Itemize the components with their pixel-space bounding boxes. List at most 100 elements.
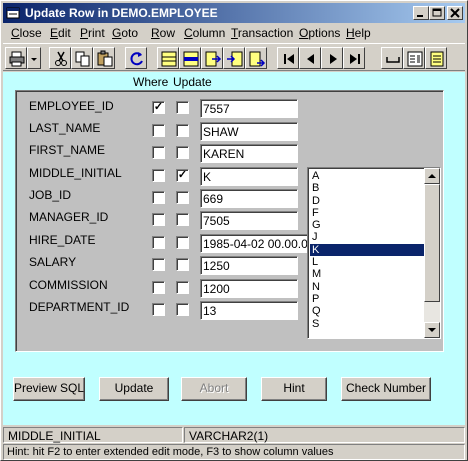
menu-close[interactable]: Close — [11, 26, 42, 40]
menu-row[interactable]: Row — [151, 26, 175, 40]
toolbar — [3, 43, 465, 71]
first-record-button[interactable] — [277, 47, 299, 69]
update-checkbox-job-id[interactable] — [176, 191, 189, 204]
refresh-button[interactable] — [125, 47, 147, 69]
insert-row-button[interactable] — [179, 47, 201, 69]
space-button[interactable] — [381, 47, 403, 69]
value-field-first-name[interactable]: KAREN — [200, 144, 298, 163]
where-checkbox-employee-id[interactable]: ✓ — [152, 101, 165, 114]
next-record-icon — [330, 54, 337, 64]
list-item[interactable]: M — [310, 268, 426, 280]
next-record-button[interactable] — [321, 47, 343, 69]
list-item[interactable]: N — [310, 281, 426, 293]
first-record-icon — [284, 54, 294, 64]
scroll-down-icon — [428, 328, 436, 332]
menu-help[interactable]: Help — [346, 26, 371, 40]
value-field-manager-id[interactable]: 7505 — [200, 211, 298, 230]
notes-icon — [430, 51, 444, 67]
list-item[interactable]: S — [310, 318, 426, 330]
row-outdent-button[interactable] — [245, 47, 267, 69]
column-values-list[interactable]: ABDFGJKLMNPQS — [307, 167, 441, 339]
row-button[interactable] — [157, 47, 179, 69]
hint-button[interactable]: Hint — [261, 377, 327, 401]
update-checkbox-manager-id[interactable] — [176, 213, 189, 226]
update-checkbox-department-id[interactable] — [176, 303, 189, 316]
scroll-up-button[interactable] — [424, 168, 440, 184]
list-item[interactable]: L — [310, 256, 426, 268]
value-field-commission[interactable]: 1200 — [200, 279, 298, 298]
where-checkbox-hire-date[interactable] — [152, 236, 165, 249]
list-item[interactable]: P — [310, 293, 426, 305]
update-button[interactable]: Update — [99, 377, 169, 401]
form-button[interactable] — [403, 47, 425, 69]
update-checkbox-employee-id[interactable] — [176, 101, 189, 114]
update-checkbox-hire-date[interactable] — [176, 236, 189, 249]
refresh-icon — [130, 52, 143, 66]
row-indent-icon — [227, 51, 243, 67]
field-label-first-name: FIRST_NAME — [29, 143, 106, 157]
value-field-last-name[interactable]: SHAW — [200, 122, 298, 141]
where-checkbox-last-name[interactable] — [152, 124, 165, 137]
cut-button[interactable] — [49, 47, 71, 69]
update-header: Update — [173, 75, 212, 89]
list-item[interactable]: A — [310, 170, 426, 182]
menu-transaction[interactable]: Transaction — [231, 26, 293, 40]
paste-button[interactable] — [93, 47, 115, 69]
list-item[interactable]: K — [310, 243, 426, 257]
last-record-button[interactable] — [343, 47, 365, 69]
maximize-button[interactable] — [429, 6, 445, 20]
value-field-job-id[interactable]: 669 — [200, 189, 298, 208]
app-icon — [6, 6, 20, 20]
value-field-hire-date[interactable]: 1985-04-02 00.00.00 — [200, 234, 308, 253]
update-checkbox-commission[interactable] — [176, 281, 189, 294]
menu-column[interactable]: Column — [184, 26, 225, 40]
scroll-thumb[interactable] — [424, 184, 440, 302]
maximize-icon — [432, 8, 442, 17]
row-indent-button[interactable] — [223, 47, 245, 69]
update-checkbox-salary[interactable] — [176, 258, 189, 271]
print-dropdown-button[interactable] — [27, 47, 41, 69]
menu-options[interactable]: Options — [299, 26, 340, 40]
preview-sql-button[interactable]: Preview SQL — [13, 377, 85, 401]
list-scrollbar[interactable] — [424, 168, 440, 338]
where-checkbox-middle-initial[interactable] — [152, 169, 165, 182]
menu-print[interactable]: Print — [80, 26, 105, 40]
menu-bar: Close Edit Print Goto Row Column Transac… — [3, 24, 465, 42]
list-item[interactable]: J — [310, 231, 426, 243]
update-checkbox-first-name[interactable] — [176, 146, 189, 159]
value-field-department-id[interactable]: 13 — [200, 301, 298, 320]
value-field-middle-initial[interactable]: K — [200, 167, 298, 186]
update-checkbox-middle-initial[interactable]: ✓ — [176, 169, 189, 182]
value-field-salary[interactable]: 1250 — [200, 256, 298, 275]
title-bar[interactable]: Update Row in DEMO.EMPLOYEE — [3, 3, 465, 23]
row-arrow-button[interactable] — [201, 47, 223, 69]
where-checkbox-department-id[interactable] — [152, 303, 165, 316]
where-header: Where — [133, 75, 169, 89]
menu-edit[interactable]: Edit — [50, 26, 71, 40]
list-item[interactable]: B — [310, 182, 426, 194]
previous-record-button[interactable] — [299, 47, 321, 69]
abort-button[interactable]: Abort — [181, 377, 247, 401]
copy-icon — [75, 51, 90, 67]
value-field-employee-id[interactable]: 7557 — [200, 99, 298, 118]
menu-goto[interactable]: Goto — [112, 26, 138, 40]
update-checkbox-last-name[interactable] — [176, 124, 189, 137]
close-button[interactable] — [447, 6, 463, 20]
where-checkbox-commission[interactable] — [152, 281, 165, 294]
field-label-middle-initial: MIDDLE_INITIAL — [29, 166, 122, 180]
copy-button[interactable] — [71, 47, 93, 69]
list-item[interactable]: F — [310, 207, 426, 219]
notes-button[interactable] — [425, 47, 447, 69]
list-item[interactable]: G — [310, 219, 426, 231]
list-item[interactable]: Q — [310, 305, 426, 317]
print-button[interactable] — [5, 47, 27, 69]
where-checkbox-manager-id[interactable] — [152, 213, 165, 226]
where-checkbox-salary[interactable] — [152, 258, 165, 271]
scroll-down-button[interactable] — [424, 322, 440, 338]
where-checkbox-job-id[interactable] — [152, 191, 165, 204]
where-checkbox-first-name[interactable] — [152, 146, 165, 159]
list-item[interactable]: D — [310, 195, 426, 207]
status-column-name: MIDDLE_INITIAL — [3, 427, 183, 443]
minimize-button[interactable] — [413, 6, 429, 20]
check-number-button[interactable]: Check Number — [341, 377, 431, 401]
